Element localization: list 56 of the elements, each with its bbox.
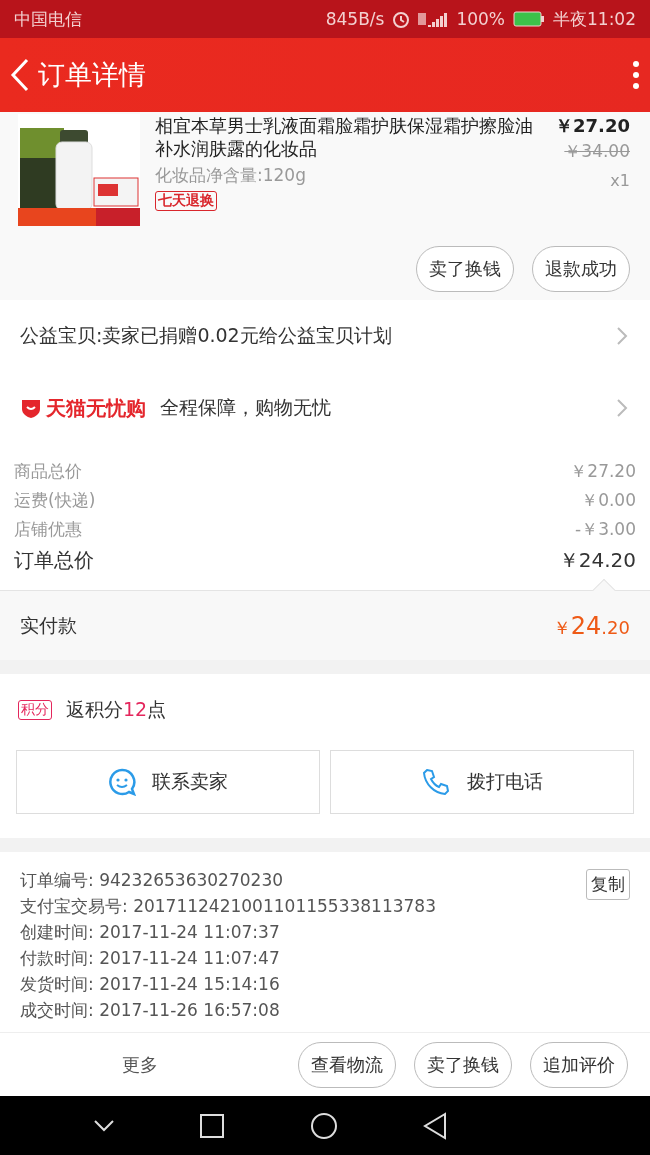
product-price: ￥27.20 [555,114,630,138]
order-info-line: 支付宝交易号: 2017112421001101155338113783 [20,896,436,917]
chat-icon [108,768,136,796]
square-icon[interactable] [200,1113,225,1138]
cost-value: ￥27.20 [570,460,636,483]
page-title: 订单详情 [38,58,146,92]
brand-name: 天猫无忧购 [46,394,146,422]
shield-icon [20,397,42,419]
order-info-line: 发货时间: 2017-11-24 15:14:16 [20,974,280,995]
cost-value: ￥0.00 [581,489,636,512]
copy-button[interactable]: 复制 [586,869,630,900]
order-info-line: 创建时间: 2017-11-24 11:07:37 [20,922,280,943]
back-icon[interactable] [423,1111,448,1140]
charity-row[interactable]: 公益宝贝:卖家已捐赠0.02元给公益宝贝计划 [0,300,650,372]
paid-amount: ￥24.20 [552,611,630,640]
guarantee-text: 全程保障，购物无忧 [160,395,332,420]
total-label: 订单总价 [14,547,94,574]
more-icon[interactable] [632,60,640,90]
points-text: 返积分12点 [66,697,168,722]
cost-label: 运费(快递) [14,489,96,512]
contact-button[interactable]: 拨打电话 [330,750,634,814]
battery-percent: 100% [456,9,505,29]
paid-label: 实付款 [20,612,78,638]
clock-time: 半夜11:02 [553,7,636,31]
more-link[interactable]: 更多 [0,1052,280,1077]
return-tag: 七天退换 [155,191,217,211]
order-info-line: 付款时间: 2017-11-24 11:07:47 [20,948,280,969]
action-button[interactable]: 追加评价 [530,1041,628,1088]
battery-icon [513,11,545,27]
product-spec: 化妆品净含量:120g [155,164,307,187]
cost-label: 店铺优惠 [14,518,82,541]
total-value: ￥24.20 [558,547,636,574]
original-price: ￥34.00 [564,140,630,163]
chevron-icon [616,398,628,418]
chevron-icon [616,326,628,346]
signal-icon [418,11,449,27]
action-button[interactable]: 查看物流 [298,1041,396,1088]
alarm-icon [392,10,411,28]
product-title: 相宜本草男士乳液面霜脸霜护肤保湿霜护擦脸油补水润肤露的化妆品 [155,114,534,160]
action-button[interactable]: 卖了换钱 [416,246,514,292]
home-icon[interactable] [309,1111,338,1140]
guarantee-row[interactable]: 天猫无忧购 全程保障，购物无忧 [0,372,650,444]
carrier-name: 中国电信 [14,7,82,31]
chevron-down-icon[interactable] [92,1118,115,1133]
network-speed: 845B/s [325,9,385,29]
cost-value: -￥3.00 [575,518,636,541]
order-info-line: 成交时间: 2017-11-26 16:57:08 [20,1000,280,1021]
contact-button[interactable]: 联系卖家 [16,750,320,814]
phone-icon [421,767,451,797]
quantity: x1 [610,171,630,190]
cost-label: 商品总价 [14,460,82,483]
order-info-line: 订单编号: 94232653630270230 [20,870,283,891]
charity-text: 公益宝贝:卖家已捐赠0.02元给公益宝贝计划 [20,323,393,348]
action-button[interactable]: 卖了换钱 [414,1041,512,1088]
action-button[interactable]: 退款成功 [532,246,630,292]
points-badge: 积分 [18,700,52,720]
